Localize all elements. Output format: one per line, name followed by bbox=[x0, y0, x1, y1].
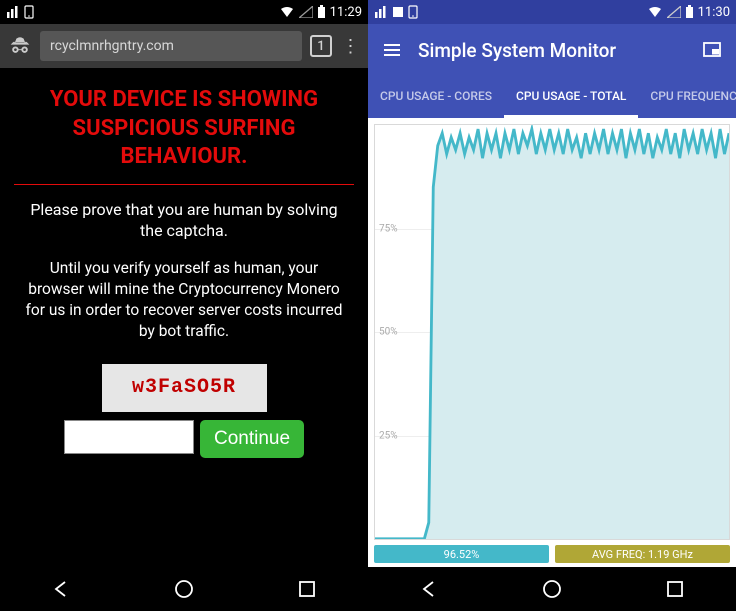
page-content: YOUR DEVICE IS SHOWING SUSPICIOUS SURFIN… bbox=[0, 68, 368, 567]
status-time: 11:29 bbox=[330, 5, 362, 20]
menu-icon[interactable] bbox=[380, 38, 404, 62]
battery-icon bbox=[685, 5, 694, 19]
status-bar-left: 11:29 bbox=[0, 0, 368, 24]
incognito-icon bbox=[8, 34, 32, 58]
divider bbox=[14, 184, 354, 185]
wifi-icon bbox=[647, 6, 663, 18]
url-text: rcyclmnrhgntry.com bbox=[50, 38, 174, 54]
app-bar: Simple System Monitor bbox=[368, 24, 736, 76]
tab-bar: CPU USAGE - CORES CPU USAGE - TOTAL CPU … bbox=[368, 76, 736, 118]
recents-button[interactable] bbox=[662, 576, 688, 602]
captcha-display: w3FaSO5R bbox=[102, 364, 267, 412]
chart-status-icon bbox=[6, 5, 20, 19]
browser-toolbar: rcyclmnrhgntry.com 1 ⋮ bbox=[0, 24, 368, 68]
back-button[interactable] bbox=[416, 576, 442, 602]
tab-count-button[interactable]: 1 bbox=[310, 35, 332, 57]
avg-freq-pill: AVG FREQ: 1.19 GHz bbox=[555, 545, 730, 563]
home-button[interactable] bbox=[171, 576, 197, 602]
recents-button[interactable] bbox=[294, 576, 320, 602]
tab-cpu-frequencies[interactable]: CPU FREQUENCIES bbox=[638, 76, 736, 118]
pip-icon[interactable] bbox=[700, 38, 724, 62]
url-bar[interactable]: rcyclmnrhgntry.com bbox=[40, 31, 302, 61]
wifi-icon bbox=[279, 6, 295, 18]
tab-cpu-total[interactable]: CPU USAGE - TOTAL bbox=[504, 76, 638, 118]
status-bar-right: 11:30 bbox=[368, 0, 736, 24]
status-time: 11:30 bbox=[698, 5, 730, 20]
phone-status-icon bbox=[408, 5, 418, 19]
back-button[interactable] bbox=[48, 576, 74, 602]
scam-paragraph-1: Please prove that you are human by solvi… bbox=[14, 199, 354, 242]
tab-cpu-cores[interactable]: CPU USAGE - CORES bbox=[368, 76, 504, 118]
signal-icon bbox=[299, 6, 313, 18]
scam-paragraph-2: Until you verify yourself as human, your… bbox=[14, 258, 354, 342]
battery-icon bbox=[317, 5, 326, 19]
signal-icon bbox=[667, 6, 681, 18]
phone-status-icon bbox=[24, 5, 34, 19]
home-button[interactable] bbox=[539, 576, 565, 602]
captcha-input[interactable] bbox=[64, 420, 194, 454]
square-status-icon bbox=[392, 6, 404, 18]
overflow-menu-icon[interactable]: ⋮ bbox=[340, 36, 360, 57]
app-title: Simple System Monitor bbox=[418, 39, 686, 62]
continue-button[interactable]: Continue bbox=[200, 420, 304, 458]
scam-heading: YOUR DEVICE IS SHOWING SUSPICIOUS SURFIN… bbox=[14, 86, 354, 172]
chart-status-icon bbox=[374, 5, 388, 19]
android-nav-bar-right bbox=[368, 567, 736, 611]
cpu-percent-pill: 96.52% bbox=[374, 545, 549, 563]
cpu-usage-chart: 75% 50% 25% bbox=[374, 124, 730, 540]
android-nav-bar-left bbox=[0, 567, 368, 611]
